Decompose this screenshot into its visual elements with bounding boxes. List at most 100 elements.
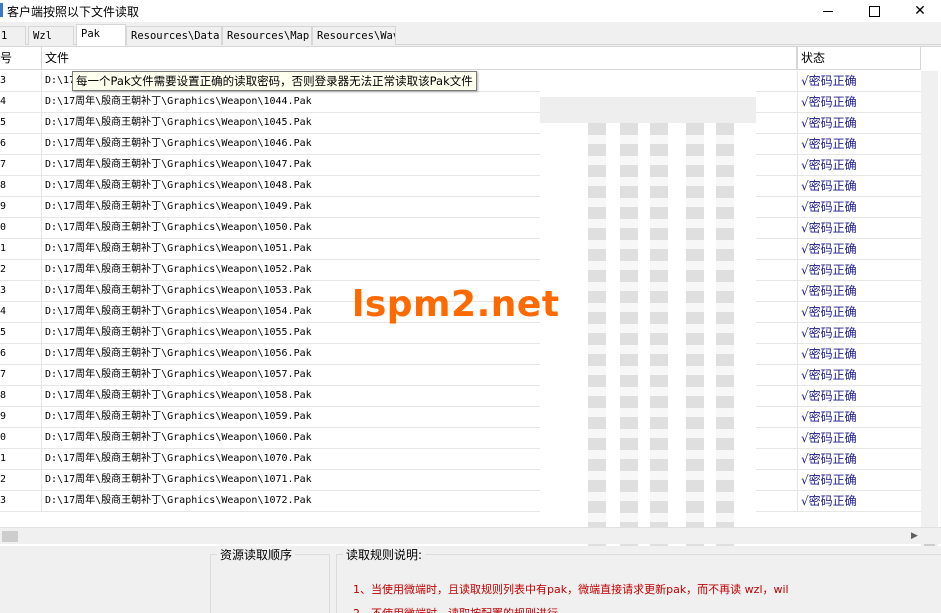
table-row[interactable]: 8 D:\17周年\殷商王朝补丁\Graphics\Weapon\1058.Pak… [0, 386, 921, 407]
row-status: √密码正确 [797, 71, 921, 92]
row-number: 4 [0, 92, 42, 113]
blurred-column [620, 123, 638, 563]
table-row[interactable]: 3 D:\17周年\殷商王朝补丁\Graphics\Weapon\1072.Pak… [0, 491, 921, 512]
app-icon [0, 3, 3, 17]
row-status: √密码正确 [797, 470, 921, 491]
row-file-path: D:\17周年\殷商王朝补丁\Graphics\Weapon\1058.Pak [45, 390, 312, 401]
table-row[interactable]: 6 D:\17周年\殷商王朝补丁\Graphics\Weapon\1056.Pak… [0, 344, 921, 365]
row-file-path: D:\17周年\殷商王朝补丁\Graphics\Weapon\1070.Pak [45, 453, 312, 464]
table-row[interactable]: 9 D:\17周年\殷商王朝补丁\Graphics\Weapon\1059.Pak… [0, 407, 921, 428]
scroll-right-arrow-icon[interactable]: ▶ [906, 528, 923, 545]
row-number: 6 [0, 344, 42, 365]
row-number: 8 [0, 176, 42, 197]
table-row[interactable]: 7 D:\17周年\殷商王朝补丁\Graphics\Weapon\1047.Pak… [0, 155, 921, 176]
row-status: √密码正确 [797, 239, 921, 260]
row-file-path: D:\17周年\殷商王朝补丁\Graphics\Weapon\1049.Pak [45, 201, 312, 212]
tab-resources-data[interactable]: Resources\Data [126, 26, 222, 45]
row-status: √密码正确 [797, 323, 921, 344]
table-row[interactable]: 8 D:\17周年\殷商王朝补丁\Graphics\Weapon\1048.Pak… [0, 176, 921, 197]
blurred-header [540, 97, 756, 123]
horizontal-scroll-thumb[interactable] [2, 531, 18, 542]
row-file-path: D:\17周年\殷商王朝补丁\Graphics\Weapon\1050.Pak [45, 222, 312, 233]
rules-group: 读取规则说明: 1、当使用微端时，且读取规则列表中有pak，微端直接请求更新pa… [336, 546, 941, 613]
tab-1[interactable]: 1 [0, 26, 26, 45]
close-button[interactable]: ✕ [897, 0, 941, 22]
rule-2: 2、不使用微端时，读取按配置的规则进行 [353, 605, 558, 613]
tab-wzl[interactable]: Wzl [28, 26, 74, 45]
tab-resources-map[interactable]: Resources\Map [222, 26, 312, 45]
row-number: 2 [0, 470, 42, 491]
row-number: 8 [0, 386, 42, 407]
horizontal-scrollbar[interactable]: ▶ [0, 527, 941, 544]
row-file-path: D:\17周年\殷商王朝补丁\Graphics\Weapon\1045.Pak [45, 117, 312, 128]
table-row[interactable]: 1 D:\17周年\殷商王朝补丁\Graphics\Weapon\1070.Pak… [0, 449, 921, 470]
column-header-status[interactable]: 状态 [797, 47, 921, 70]
row-status: √密码正确 [797, 197, 921, 218]
table-row[interactable]: 9 D:\17周年\殷商王朝补丁\Graphics\Weapon\1049.Pak… [0, 197, 921, 218]
row-number: 5 [0, 323, 42, 344]
row-file-path: D:\17周年\殷商王朝补丁\Graphics\Weapon\1046.Pak [45, 138, 312, 149]
table-row[interactable]: 2 D:\17周年\殷商王朝补丁\Graphics\Weapon\1052.Pak… [0, 260, 921, 281]
row-status: √密码正确 [797, 218, 921, 239]
row-status: √密码正确 [797, 155, 921, 176]
table-row[interactable]: 0 D:\17周年\殷商王朝补丁\Graphics\Weapon\1060.Pak… [0, 428, 921, 449]
tab-pak[interactable]: Pak [76, 24, 126, 46]
close-icon: ✕ [914, 3, 926, 19]
row-status: √密码正确 [797, 491, 921, 512]
minimize-icon [823, 10, 833, 12]
maximize-button[interactable] [851, 0, 897, 22]
row-file-path: D:\17周年\殷商王朝补丁\Graphics\Weapon\1060.Pak [45, 432, 312, 443]
row-status: √密码正确 [797, 281, 921, 302]
row-file-path: D:\17周年\殷商王朝补丁\Graphics\Weapon\1047.Pak [45, 159, 312, 170]
title-bar: 客户端按照以下文件读取 ✕ [0, 0, 941, 22]
row-number: 5 [0, 113, 42, 134]
table-row[interactable]: 5 D:\17周年\殷商王朝补丁\Graphics\Weapon\1055.Pak… [0, 323, 921, 344]
row-status: √密码正确 [797, 386, 921, 407]
row-file-path: D:\17周年\殷商王朝补丁\Graphics\Weapon\1044.Pak [45, 96, 312, 107]
rules-title: 读取规则说明: [343, 546, 426, 563]
table-row[interactable]: 6 D:\17周年\殷商王朝补丁\Graphics\Weapon\1046.Pak… [0, 134, 921, 155]
watermark-logo: lspm2.net [352, 284, 560, 325]
row-status: √密码正确 [797, 134, 921, 155]
row-file-path: D:\17周年\殷商王朝补丁\Graphics\Weapon\1048.Pak [45, 180, 312, 191]
row-number: 0 [0, 428, 42, 449]
column-header-num[interactable]: 号 [0, 47, 42, 70]
row-number: 3 [0, 281, 42, 302]
row-number: 7 [0, 155, 42, 176]
row-status: √密码正确 [797, 449, 921, 470]
row-file-path: D:\17周年\殷商王朝补丁\Graphics\Weapon\1057.Pak [45, 369, 312, 380]
row-number: 9 [0, 407, 42, 428]
row-file-path: D:\17周年\殷商王朝补丁\Graphics\Weapon\1072.Pak [45, 495, 312, 506]
minimize-button[interactable] [805, 0, 851, 22]
row-number: 2 [0, 260, 42, 281]
row-status: √密码正确 [797, 260, 921, 281]
row-status: √密码正确 [797, 407, 921, 428]
table-row[interactable]: 4 D:\17周年\殷商王朝补丁\Graphics\Weapon\1044.Pak… [0, 92, 921, 113]
table-row[interactable]: 0 D:\17周年\殷商王朝补丁\Graphics\Weapon\1050.Pak… [0, 218, 921, 239]
blurred-column [650, 123, 668, 563]
column-header-file[interactable]: 文件 [42, 47, 797, 70]
table-row[interactable]: 1 D:\17周年\殷商王朝补丁\Graphics\Weapon\1051.Pak… [0, 239, 921, 260]
table-row[interactable]: 2 D:\17周年\殷商王朝补丁\Graphics\Weapon\1071.Pak… [0, 470, 921, 491]
table-row[interactable]: 7 D:\17周年\殷商王朝补丁\Graphics\Weapon\1057.Pak… [0, 365, 921, 386]
window-title: 客户端按照以下文件读取 [7, 5, 140, 19]
blurred-region [540, 71, 756, 579]
row-number: 1 [0, 449, 42, 470]
row-status: √密码正确 [797, 344, 921, 365]
row-file-path: D:\17周年\殷商王朝补丁\Graphics\Weapon\1056.Pak [45, 348, 312, 359]
tooltip: 每一个Pak文件需要设置正确的读取密码，否则登录器无法正常读取该Pak文件 [72, 71, 477, 91]
tab-resources-wav[interactable]: Resources\Wav [312, 26, 396, 45]
blurred-column [588, 123, 606, 563]
row-file-path: D:\17周年\殷商王朝补丁\Graphics\Weapon\1051.Pak [45, 243, 312, 254]
row-status: √密码正确 [797, 428, 921, 449]
row-number: 9 [0, 197, 42, 218]
maximize-icon [868, 5, 880, 17]
vertical-scrollbar[interactable] [921, 71, 938, 561]
row-status: √密码正确 [797, 365, 921, 386]
blurred-column [686, 123, 704, 563]
table-row[interactable]: 5 D:\17周年\殷商王朝补丁\Graphics\Weapon\1045.Pak… [0, 113, 921, 134]
row-status: √密码正确 [797, 176, 921, 197]
row-number: 4 [0, 302, 42, 323]
row-number: 3 [0, 71, 42, 92]
row-file-path: D:\17周年\殷商王朝补丁\Graphics\Weapon\1055.Pak [45, 327, 312, 338]
